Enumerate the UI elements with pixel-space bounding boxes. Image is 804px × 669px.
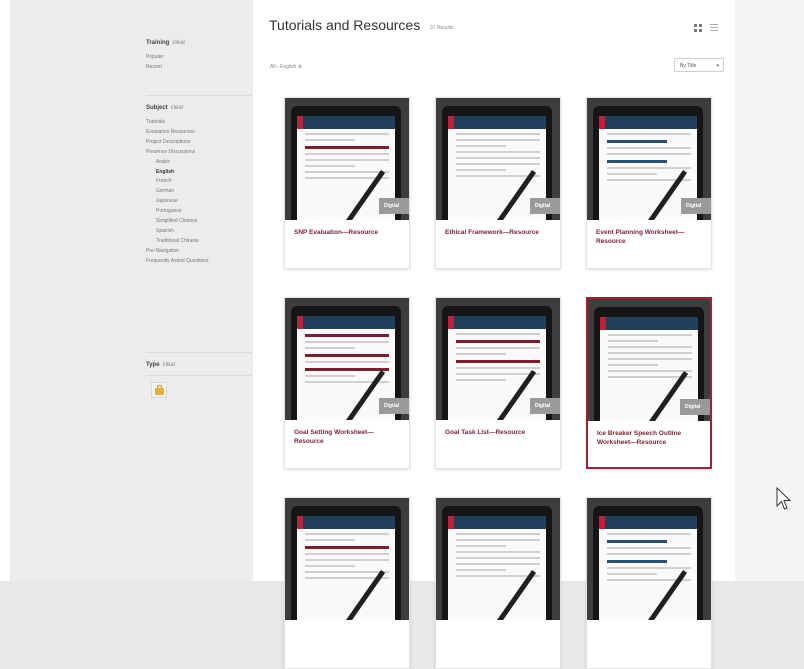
type-heading: Type clear: [146, 362, 176, 368]
resource-card[interactable]: Digital Ice Breaker Speech Outline Worksh…: [586, 297, 712, 469]
breadcrumb[interactable]: All › English ⊗: [270, 64, 302, 70]
sort-dropdown[interactable]: By Title ▾: [674, 58, 724, 72]
resource-card-title[interactable]: SNP Evaluation—Resource: [294, 228, 402, 237]
resource-card[interactable]: [435, 497, 561, 669]
resource-card[interactable]: Digital SNP Evaluation—Resource: [284, 97, 410, 269]
divider: [146, 375, 258, 376]
window-right-edge: [735, 0, 804, 581]
filter-sidebar: Training clear Popular Recent Subject clea…: [10, 0, 258, 581]
resource-thumbnail: Digital: [436, 298, 560, 420]
list-view-icon[interactable]: [710, 24, 718, 32]
filter-item-tutorials[interactable]: Tutorials: [146, 118, 258, 128]
training-clear-link[interactable]: clear: [172, 40, 185, 46]
subject-filter-group: Subject clear Tutorials Evaluation Resourc…: [146, 105, 258, 267]
resource-thumbnail: [587, 498, 711, 620]
resource-thumbnail: Digital: [587, 98, 711, 220]
resource-card[interactable]: Digital Event Planning Worksheet—Resource: [586, 97, 712, 269]
filter-item-french[interactable]: French: [146, 177, 258, 187]
filter-item-project-descriptions[interactable]: Project Descriptions: [146, 138, 258, 148]
window-left-edge: [0, 0, 10, 581]
format-badge: Digital: [379, 398, 409, 414]
resource-card[interactable]: [586, 497, 712, 669]
format-badge: Digital: [379, 198, 409, 214]
divider: [146, 95, 258, 96]
resource-card-title[interactable]: Goal Setting Worksheet—Resource: [294, 428, 402, 446]
filter-item-recent[interactable]: Recent: [146, 63, 258, 73]
training-heading: Training clear: [146, 40, 186, 46]
resource-thumbnail: [436, 498, 560, 620]
filter-item-arabic[interactable]: Arabic: [146, 158, 258, 168]
filter-item-simplified-chinese[interactable]: Simplified Chinese: [146, 217, 258, 227]
filter-item-portuguese[interactable]: Portuguese: [146, 207, 258, 217]
filter-item-evaluation-resources[interactable]: Evaluation Resources: [146, 128, 258, 138]
chevron-down-icon: ▾: [716, 63, 719, 69]
filter-item-pre-navigation[interactable]: Pre-Navigation: [146, 247, 258, 257]
divider: [146, 352, 258, 353]
briefcase-icon[interactable]: [151, 382, 167, 398]
grid-view-icon[interactable]: [694, 24, 702, 32]
resource-thumbnail: Digital: [285, 298, 409, 420]
subject-filter-list: Tutorials Evaluation Resources Project Des…: [146, 118, 258, 267]
filter-item-popular[interactable]: Popular: [146, 53, 258, 63]
resource-card-title[interactable]: Ice Breaker Speech Outline Worksheet—Res…: [597, 429, 705, 447]
tablet-image: [442, 506, 552, 620]
filter-item-traditional-chinese[interactable]: Traditional Chinese: [146, 237, 258, 247]
resource-card-title[interactable]: Goal Task List—Resource: [445, 428, 553, 437]
mouse-cursor-icon: [776, 487, 792, 510]
resource-card[interactable]: Digital Goal Task List—Resource: [435, 297, 561, 469]
format-badge: Digital: [681, 198, 711, 214]
training-filter-group: Training clear Popular Recent: [146, 40, 258, 73]
type-filter-group: Type clear: [146, 362, 258, 375]
filter-item-english[interactable]: English: [146, 168, 258, 178]
format-badge: Digital: [530, 398, 560, 414]
tablet-image: [291, 506, 401, 620]
resource-card[interactable]: [284, 497, 410, 669]
page-title: Tutorials and Resources: [269, 17, 421, 33]
type-clear-link[interactable]: clear: [163, 362, 176, 368]
format-badge: Digital: [680, 399, 710, 415]
resource-card-title[interactable]: Ethical Framework—Resource: [445, 228, 553, 237]
subject-clear-link[interactable]: clear: [171, 105, 184, 111]
tablet-image: [593, 506, 703, 620]
format-badge: Digital: [530, 198, 560, 214]
resource-card[interactable]: Digital Ethical Framework—Resource: [435, 97, 561, 269]
filter-item-spanish[interactable]: Spanish: [146, 227, 258, 237]
resource-thumbnail: Digital: [588, 299, 710, 421]
resource-thumbnail: Digital: [436, 98, 560, 220]
filter-item-frequently-asked-questions[interactable]: Frequently Asked Questions: [146, 257, 258, 267]
resource-thumbnail: [285, 498, 409, 620]
resource-card-title[interactable]: Event Planning Worksheet—Resource: [596, 228, 704, 246]
subject-heading: Subject clear: [146, 105, 184, 111]
resource-thumbnail: Digital: [285, 98, 409, 220]
results-panel: Tutorials and Resources 37 Results All ›…: [253, 0, 735, 669]
resource-card[interactable]: Digital Goal Setting Worksheet—Resource: [284, 297, 410, 469]
filter-item-german[interactable]: German: [146, 187, 258, 197]
filter-item-japanese[interactable]: Japanese: [146, 197, 258, 207]
filter-item-presence-discussions[interactable]: Presence Discussions: [146, 148, 258, 158]
result-count: 37 Results: [430, 25, 454, 31]
